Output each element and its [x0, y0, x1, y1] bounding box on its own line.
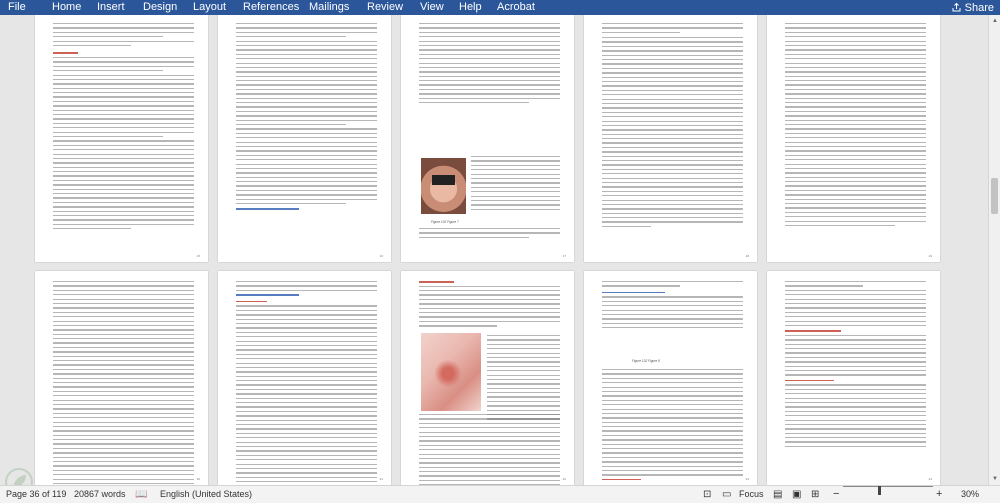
- zoom-slider[interactable]: [843, 486, 933, 487]
- page-number: 24: [928, 477, 932, 481]
- document-page[interactable]: 16: [218, 15, 391, 262]
- page-number: 19: [928, 254, 932, 258]
- tab-design[interactable]: Design: [143, 0, 177, 15]
- document-page[interactable]: 19: [767, 15, 940, 262]
- share-label: Share: [964, 1, 994, 14]
- focus-icon[interactable]: ▭: [722, 486, 731, 503]
- tab-mailings[interactable]: Mailings: [309, 0, 349, 15]
- figure-caption: Figure 102 Figure 8: [632, 359, 660, 363]
- face-photo: [421, 158, 466, 214]
- focus-button[interactable]: Focus: [739, 486, 764, 503]
- ribbon-tab-bar: File Home Insert Design Layout Reference…: [0, 0, 1000, 15]
- document-page[interactable]: 21: [218, 271, 391, 485]
- page-number: 20: [196, 477, 200, 481]
- page-number: 21: [379, 477, 383, 481]
- share-icon: [951, 2, 962, 13]
- zoom-slider-thumb[interactable]: [878, 486, 881, 495]
- figure-caption: Figure 102 Figure 7: [431, 220, 459, 224]
- tab-references[interactable]: References: [243, 0, 299, 15]
- accessibility-icon[interactable]: ⊡: [703, 486, 711, 503]
- page-number: 18: [745, 254, 749, 258]
- page-number: 22: [562, 477, 566, 481]
- tab-review[interactable]: Review: [367, 0, 403, 15]
- document-page[interactable]: 15: [35, 15, 208, 262]
- status-bar: Page 36 of 119 20867 words 📖 English (Un…: [0, 485, 1000, 503]
- skin-lesion-photo: [421, 333, 481, 411]
- page-number: 15: [196, 254, 200, 258]
- document-page[interactable]: 20: [35, 271, 208, 485]
- proofing-icon[interactable]: 📖: [135, 486, 147, 503]
- tab-help[interactable]: Help: [459, 0, 482, 15]
- scroll-up-icon[interactable]: ▲: [989, 15, 1000, 27]
- document-page[interactable]: 18: [584, 15, 757, 262]
- zoom-level[interactable]: 30%: [961, 486, 979, 503]
- zoom-in-icon[interactable]: +: [936, 486, 942, 503]
- page-number: 16: [379, 254, 383, 258]
- web-layout-icon[interactable]: ⊞: [811, 486, 819, 503]
- page-number: 17: [562, 254, 566, 258]
- document-page[interactable]: 22: [401, 271, 574, 485]
- tab-file[interactable]: File: [8, 0, 26, 15]
- language[interactable]: English (United States): [160, 486, 252, 503]
- read-mode-icon[interactable]: ▤: [773, 486, 782, 503]
- vertical-scrollbar[interactable]: ▲ ▼: [988, 15, 1000, 485]
- word-count[interactable]: 20867 words: [74, 486, 126, 503]
- print-layout-icon[interactable]: ▣: [792, 486, 801, 503]
- page-number: 23: [745, 477, 749, 481]
- tab-view[interactable]: View: [420, 0, 444, 15]
- document-page[interactable]: 24: [767, 271, 940, 485]
- tab-home[interactable]: Home: [52, 0, 81, 15]
- document-canvas[interactable]: 15 16 Figure 102 Figure 7 17 18 19 20 21…: [0, 15, 988, 485]
- document-page[interactable]: Figure 102 Figure 8 23: [584, 271, 757, 485]
- zoom-out-icon[interactable]: −: [833, 486, 839, 503]
- scrollbar-thumb[interactable]: [991, 178, 998, 214]
- tab-layout[interactable]: Layout: [193, 0, 226, 15]
- tab-insert[interactable]: Insert: [97, 0, 125, 15]
- document-page[interactable]: Figure 102 Figure 7 17: [401, 15, 574, 262]
- scroll-down-icon[interactable]: ▼: [989, 473, 1000, 485]
- tab-acrobat[interactable]: Acrobat: [497, 0, 535, 15]
- share-button[interactable]: Share: [951, 1, 994, 14]
- leaf-logo-icon: [5, 468, 33, 485]
- page-count[interactable]: Page 36 of 119: [6, 486, 66, 503]
